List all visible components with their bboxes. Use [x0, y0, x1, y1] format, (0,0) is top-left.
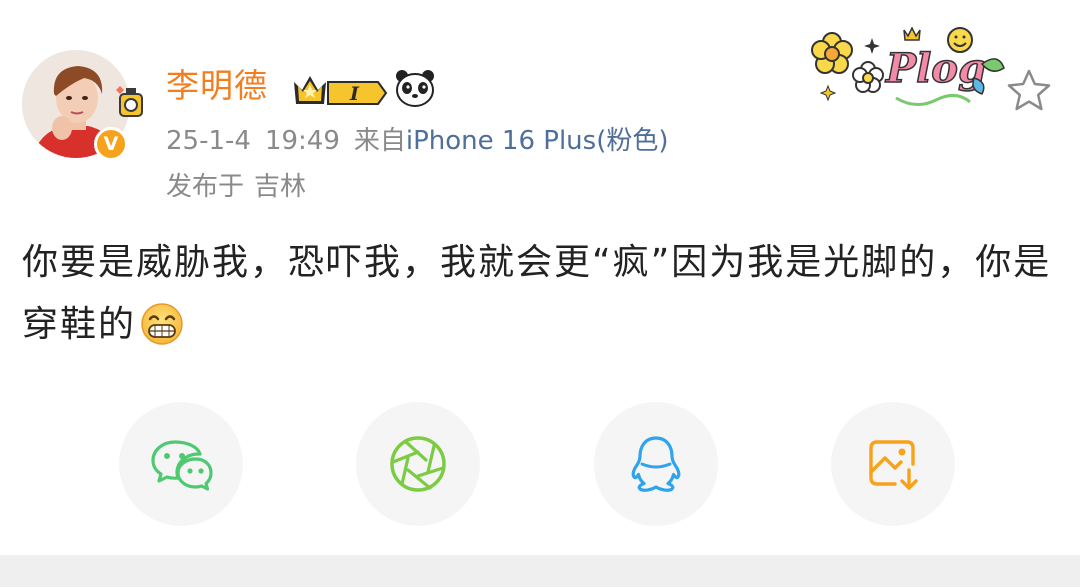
grinning-face-emoji — [141, 303, 183, 345]
star-outline-icon[interactable] — [1006, 68, 1052, 112]
share-qq-button[interactable] — [594, 402, 718, 526]
post-content: 你要是威胁我，恐吓我，我就会更“疯”因为我是光脚的，你是穿鞋的 — [22, 232, 1062, 356]
save-image-icon — [869, 440, 918, 490]
author-name[interactable]: 李明德 — [166, 64, 268, 108]
panda-icon — [396, 70, 434, 107]
location-name: 吉林 — [254, 172, 307, 202]
source-prefix: 来自 — [353, 126, 406, 156]
plog-decoration: Plog — [811, 26, 1005, 106]
post-meta: 25-1-4 19:49 来自iPhone 16 Plus(粉色) — [166, 124, 668, 158]
moments-shutter-icon — [390, 436, 446, 492]
share-moments-button[interactable] — [356, 402, 480, 526]
member-level-badge[interactable]: I — [292, 70, 388, 108]
bottom-divider-bar — [0, 555, 1080, 587]
save-image-button[interactable] — [831, 402, 955, 526]
post-date: 25-1-4 — [166, 126, 251, 156]
verified-badge: V — [94, 127, 128, 161]
source-device-link[interactable]: iPhone 16 Plus(粉色) — [406, 126, 669, 156]
share-wechat-button[interactable] — [119, 402, 243, 526]
post-time: 19:49 — [264, 126, 340, 156]
avatar-pendant-icon — [116, 86, 143, 117]
level-badge-text: I — [349, 83, 360, 105]
post-location: 发布于 吉林 — [166, 170, 306, 204]
qq-penguin-icon — [631, 436, 681, 492]
wechat-icon — [151, 440, 213, 491]
plog-text: Plog — [885, 45, 986, 92]
location-prefix: 发布于 — [166, 172, 245, 202]
